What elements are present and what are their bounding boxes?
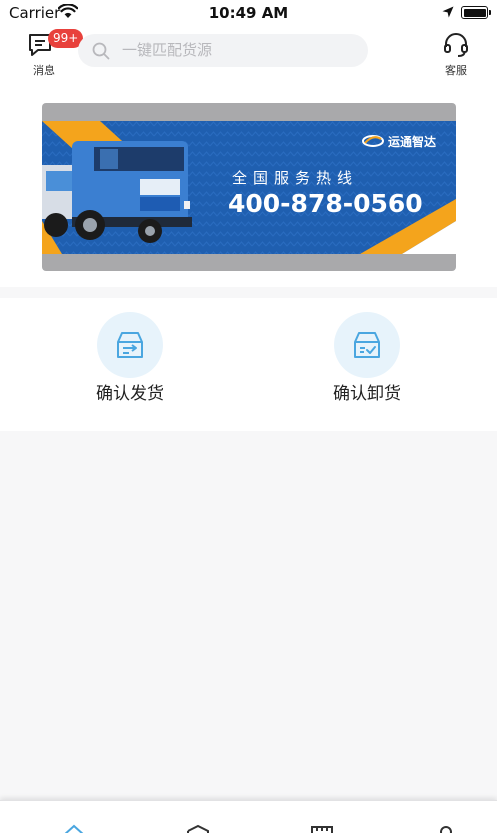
- headset-icon: [444, 33, 468, 57]
- confirm-shipment-label: 确认发货: [96, 384, 164, 404]
- confirm-unload-icon-circle: [334, 312, 400, 378]
- location-arrow-icon: [442, 6, 454, 18]
- search-icon: [92, 42, 110, 60]
- search-bar[interactable]: 一键匹配货源: [78, 34, 368, 67]
- status-bar: Carrier 10:49 AM: [0, 0, 497, 26]
- tab-goods[interactable]: [136, 801, 260, 833]
- promo-banner[interactable]: 运通智达 全国服务热线 400-878-0560: [42, 103, 456, 271]
- battery-icon: [461, 6, 491, 19]
- confirm-shipment-button[interactable]: 确认发货: [70, 312, 190, 412]
- confirm-unload-button[interactable]: 确认卸货: [307, 312, 427, 412]
- customer-service-button[interactable]: 客服: [438, 30, 474, 77]
- hotline-title: 全国服务热线: [232, 169, 359, 187]
- status-time: 10:49 AM: [208, 4, 289, 22]
- customer-service-label: 客服: [445, 64, 467, 77]
- bottom-tab-bar: [0, 800, 497, 833]
- hotline-number: 400-878-0560: [228, 189, 423, 218]
- tab-home[interactable]: [12, 801, 136, 833]
- message-button[interactable]: 99+ 消息: [24, 29, 84, 77]
- box-check-icon: [354, 332, 380, 358]
- confirm-unload-label: 确认卸货: [333, 384, 401, 404]
- banner-content: 运通智达 全国服务热线 400-878-0560: [42, 121, 456, 254]
- cube-icon: [187, 824, 209, 833]
- tab-orders[interactable]: [260, 801, 384, 833]
- grid-icon: [311, 826, 333, 833]
- confirm-shipment-icon-circle: [97, 312, 163, 378]
- box-arrow-icon: [117, 332, 143, 358]
- banner-section: 运通智达 全国服务热线 400-878-0560: [0, 86, 497, 287]
- message-label: 消息: [33, 64, 55, 77]
- brand-name: 运通智达: [388, 135, 437, 149]
- user-icon: [440, 826, 452, 833]
- search-input[interactable]: 一键匹配货源: [122, 34, 212, 67]
- tab-profile[interactable]: [384, 801, 497, 833]
- home-icon: [64, 824, 84, 833]
- brand-logo-icon: [362, 135, 384, 147]
- header: 99+ 消息 一键匹配货源 客服: [0, 26, 497, 86]
- quick-actions: 确认发货 确认卸货: [0, 298, 497, 431]
